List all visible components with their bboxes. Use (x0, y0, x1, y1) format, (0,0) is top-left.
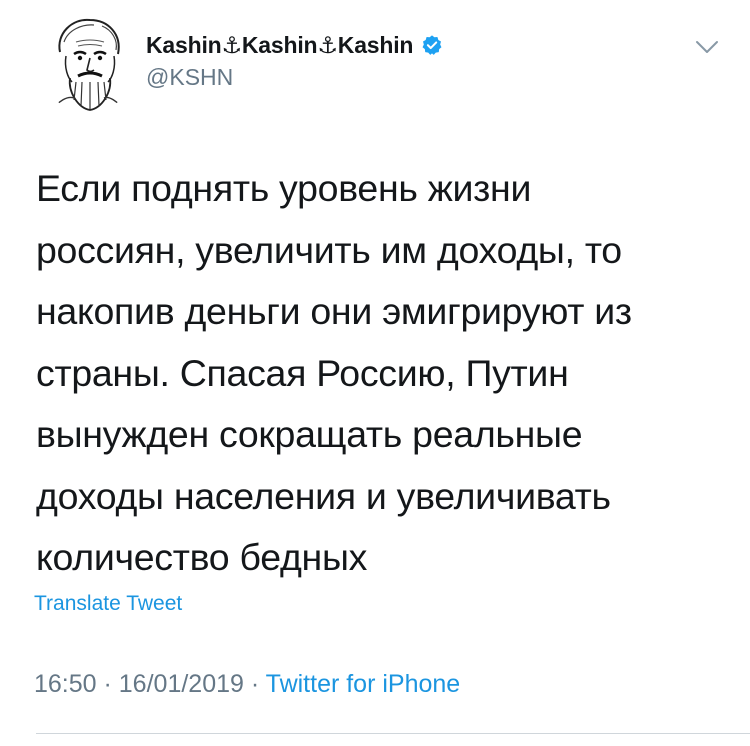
chevron-down-icon[interactable] (692, 36, 722, 58)
tweet-date: 16/01/2019 (118, 670, 244, 698)
divider (36, 733, 750, 734)
avatar[interactable] (38, 12, 138, 112)
meta-separator: · (243, 670, 266, 698)
translate-tweet-link[interactable]: Translate Tweet (34, 592, 182, 616)
verified-badge-icon (421, 34, 443, 56)
tweet-source-link[interactable]: Twitter for iPhone (266, 670, 461, 698)
author-display-name[interactable]: Kashin⚓Kashin⚓Kashin (146, 32, 413, 59)
bearded-man-sketch-avatar-icon (38, 12, 138, 112)
tweet: Kashin⚓Kashin⚓Kashin @KSHN Если поднять … (0, 0, 750, 746)
tweet-text: Если поднять уровень жизни россиян, увел… (36, 167, 632, 578)
author-name-row[interactable]: Kashin⚓Kashin⚓Kashin (146, 28, 443, 62)
tweet-metadata: 16:50 · 16/01/2019 · Twitter for iPhone (34, 670, 460, 699)
tweet-time: 16:50 (34, 670, 97, 698)
author-handle[interactable]: @KSHN (146, 64, 233, 91)
meta-separator: · (96, 670, 119, 698)
